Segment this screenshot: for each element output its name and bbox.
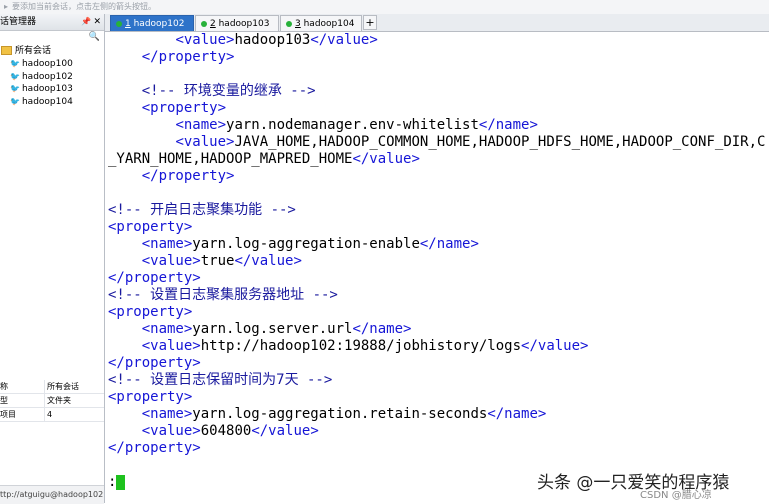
terminal-line: <!-- 环境变量的继承 --> xyxy=(108,83,316,99)
tree-root-label: 所有会话 xyxy=(15,46,52,56)
terminal-line: <property> xyxy=(108,219,193,235)
close-icon[interactable]: ✕ xyxy=(93,14,101,30)
terminal-line: <property> xyxy=(108,304,193,320)
terminal-line: <property> xyxy=(141,100,227,116)
tree-root-all-sessions[interactable]: 所有会话 xyxy=(0,45,104,58)
top-hint-bar: ▸ 要添加当前会话，点击左侧的箭头按钮。 xyxy=(0,0,769,14)
terminal-line: <name>yarn.log-aggregation-enable</name> xyxy=(141,236,479,252)
terminal-line: <value>true</value> xyxy=(141,253,302,269)
terminal-line: <name>yarn.log-aggregation.retain-second… xyxy=(141,406,547,422)
terminal-line: <property> xyxy=(108,389,193,405)
search-icon[interactable]: 🔍 xyxy=(89,32,100,42)
session-search-row[interactable]: 🔍 xyxy=(0,31,104,45)
tree-item-label: hadoop104 xyxy=(21,96,73,107)
tab-hadoop104[interactable]: 3 hadoop104 xyxy=(280,15,362,31)
tree-item-hadoop100[interactable]: 🐦 hadoop100 xyxy=(0,58,104,71)
property-row: 型文件夹 xyxy=(0,394,104,408)
session-manager-title: 话管理器 xyxy=(0,17,37,27)
connected-status-icon xyxy=(116,20,122,27)
folder-icon xyxy=(1,46,12,55)
session-icon: 🐦 xyxy=(10,71,20,81)
terminal-line: <value>JAVA_HOME,HADOOP_COMMON_HOME,HADO… xyxy=(175,134,766,150)
tree-item-label: hadoop103 xyxy=(21,84,73,94)
terminal-line: <value>http://hadoop102:19888/jobhistory… xyxy=(141,338,589,354)
top-hint-text: 要添加当前会话，点击左侧的箭头按钮。 xyxy=(12,2,157,11)
prompt-text: : xyxy=(108,474,117,490)
left-status-text: ttp://atguigu@hadoop102:22 xyxy=(0,485,104,504)
terminal-line: <value>hadoop103</value> xyxy=(175,32,378,48)
terminal-output[interactable]: : <value>hadoop103</value> </property> <… xyxy=(105,32,769,503)
property-key: 项目 xyxy=(0,408,45,421)
terminal-line: </property> xyxy=(141,49,235,65)
tree-item-hadoop103[interactable]: 🐦 hadoop103 xyxy=(0,83,104,96)
session-icon: 🐦 xyxy=(10,96,20,106)
session-icon: 🐦 xyxy=(10,59,20,68)
terminal-line: </property> xyxy=(108,355,201,371)
tree-item-label: hadoop102 xyxy=(21,71,73,82)
session-manager-panel: 话管理器 📌 ✕ 🔍 所有会话 🐦 hadoop100 🐦 hadoop102 🐦 h… xyxy=(0,14,105,503)
tab-hadoop103[interactable]: 2 hadoop103 xyxy=(195,15,279,31)
info-icon: ▸ xyxy=(4,2,9,11)
connected-status-icon xyxy=(286,20,292,27)
properties-table: 称所有会话 型文件夹 项目 4 xyxy=(0,380,104,422)
terminal-line: </property> xyxy=(108,440,201,456)
property-value: 4 xyxy=(47,410,53,419)
terminal-line: <!-- 设置日志保留时间为7天 --> xyxy=(108,372,333,388)
tab-label: hadoop104 xyxy=(300,19,355,29)
add-tab-button[interactable]: + xyxy=(363,15,377,30)
session-tree: 所有会话 🐦 hadoop100 🐦 hadoop102 🐦 hadoop103 🐦 h… xyxy=(0,45,104,108)
property-row: 称所有会话 xyxy=(0,380,104,394)
terminal-cursor xyxy=(116,474,126,490)
terminal-line: </property> xyxy=(108,270,201,286)
session-icon: 🐦 xyxy=(10,84,20,93)
tree-item-hadoop104[interactable]: 🐦 hadoop104 xyxy=(0,96,104,109)
terminal-line: <value>604800</value> xyxy=(141,423,319,439)
property-key: 型 xyxy=(0,394,45,407)
terminal-line: <name>yarn.nodemanager.env-whitelist</na… xyxy=(175,117,538,133)
tab-label: hadoop102 xyxy=(130,19,185,29)
connected-status-icon xyxy=(201,20,207,27)
terminal-line: </property> xyxy=(141,168,235,184)
session-tab-bar: 1 hadoop102 2 hadoop103 3 hadoop104 + xyxy=(105,14,769,32)
tab-label: hadoop103 xyxy=(215,19,270,29)
tab-hadoop102[interactable]: 1 hadoop102 xyxy=(110,15,194,31)
property-key: 称 xyxy=(0,380,45,393)
watermark-small-text: CSDN @腊心凉 xyxy=(640,490,712,501)
pin-icon[interactable]: 📌 xyxy=(81,14,91,30)
property-value: 文件夹 xyxy=(47,396,71,405)
property-row: 项目 4 xyxy=(0,408,104,422)
terminal-line: _YARN_HOME,HADOOP_MAPRED_HOME</value> xyxy=(108,151,420,167)
session-manager-header: 话管理器 📌 ✕ xyxy=(0,14,104,31)
command-prompt[interactable]: : xyxy=(108,474,126,491)
tree-item-label: hadoop100 xyxy=(21,59,73,69)
tree-item-hadoop102[interactable]: 🐦 hadoop102 xyxy=(0,71,104,84)
terminal-line: <!-- 开启日志聚集功能 --> xyxy=(108,202,296,218)
terminal-line: <!-- 设置日志聚集服务器地址 --> xyxy=(108,287,338,303)
terminal-line: <name>yarn.log.server.url</name> xyxy=(141,321,412,337)
property-value: 所有会话 xyxy=(47,382,79,391)
